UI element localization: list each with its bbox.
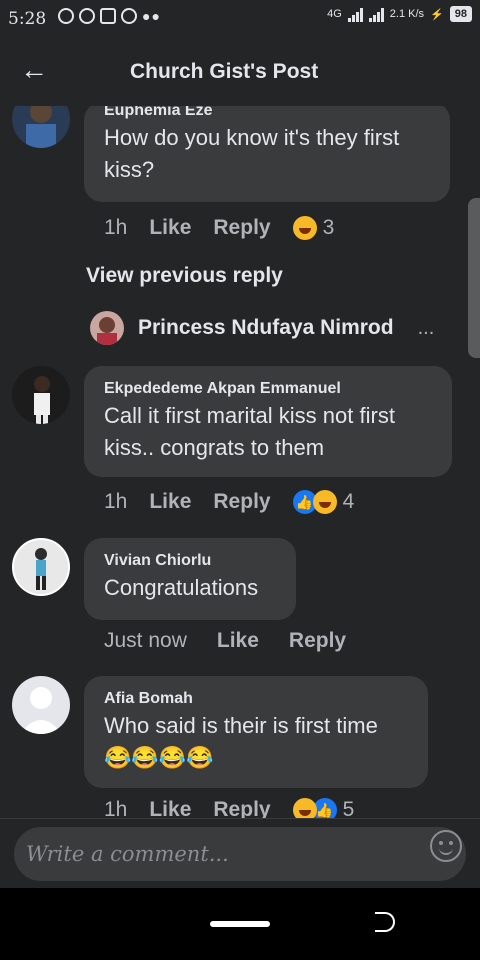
comment-bubble[interactable]: Afia Bomah Who said is their is first ti… bbox=[84, 676, 428, 788]
like-button[interactable]: Like bbox=[149, 216, 191, 240]
comment-text-line: Call it first marital kiss not first bbox=[104, 403, 395, 428]
status-time: 5:28 bbox=[8, 9, 47, 29]
back-nav-icon[interactable] bbox=[375, 912, 395, 932]
back-arrow-icon[interactable]: ← bbox=[20, 54, 48, 86]
header: ← Church Gist's Post bbox=[0, 36, 480, 106]
system-nav-bar bbox=[0, 888, 480, 960]
reaction-count: 3 bbox=[322, 216, 335, 239]
network-speed: 2.1 K/s bbox=[389, 8, 425, 20]
signal-icon-2 bbox=[368, 6, 384, 22]
facebook-icon bbox=[58, 8, 74, 24]
home-gesture-bar[interactable] bbox=[210, 921, 270, 927]
comment-actions: 1h Like Reply 👍 4 bbox=[104, 490, 354, 514]
reactions[interactable]: 👍 5 bbox=[292, 798, 355, 818]
reactions[interactable]: 👍 4 bbox=[292, 490, 355, 514]
comment-time: Just now bbox=[104, 629, 187, 652]
reply-button[interactable]: Reply bbox=[289, 629, 346, 653]
more-icon[interactable]: ... bbox=[418, 317, 435, 340]
comment-author[interactable]: Euphemia Eze bbox=[104, 106, 430, 120]
comment-text-line: Who said is their is first time bbox=[104, 713, 378, 738]
reply-button[interactable]: Reply bbox=[213, 216, 270, 240]
comment-text-line: 😂😂😂😂 bbox=[104, 745, 214, 770]
comment-text-line: Congratulations bbox=[104, 575, 259, 600]
more-notifications-icon: ●● bbox=[142, 8, 161, 24]
page-title: Church Gist's Post bbox=[130, 60, 319, 83]
avatar[interactable] bbox=[12, 106, 70, 148]
reply-preview[interactable]: Princess Ndufaya Nimrod ... bbox=[90, 311, 434, 345]
reply-button[interactable]: Reply bbox=[213, 490, 270, 514]
comment-text-line: kiss? bbox=[104, 157, 155, 182]
like-button[interactable]: Like bbox=[149, 798, 191, 818]
comment-author[interactable]: Afia Bomah bbox=[104, 690, 408, 708]
like-button[interactable]: Like bbox=[149, 490, 191, 514]
comment-actions: Just now Like Reply bbox=[104, 629, 346, 653]
scrollbar[interactable] bbox=[468, 198, 480, 358]
reply-button[interactable]: Reply bbox=[213, 798, 270, 818]
comment-composer: Write a comment... bbox=[0, 818, 480, 889]
app-icon bbox=[100, 8, 116, 24]
status-notification-icons: ●● bbox=[58, 8, 161, 24]
comment-author[interactable]: Vivian Chiorlu bbox=[104, 552, 276, 570]
avatar[interactable] bbox=[90, 311, 124, 345]
haha-icon bbox=[312, 490, 337, 514]
reaction-count: 5 bbox=[342, 798, 355, 818]
comment-time: 1h bbox=[104, 490, 128, 513]
reply-author[interactable]: Princess Ndufaya Nimrod bbox=[138, 316, 394, 340]
emoji-icon[interactable] bbox=[430, 830, 462, 862]
avatar[interactable] bbox=[12, 366, 70, 424]
reactions[interactable]: 3 bbox=[292, 216, 335, 240]
haha-icon bbox=[292, 798, 317, 818]
comment-actions: 1h Like Reply 3 bbox=[104, 216, 334, 240]
view-previous-reply-link[interactable]: View previous reply bbox=[86, 264, 283, 288]
comment-input[interactable]: Write a comment... bbox=[14, 827, 466, 881]
comment-actions: 1h Like Reply 👍 5 bbox=[104, 798, 354, 818]
battery-icon: 98 bbox=[449, 6, 472, 22]
comment-bubble[interactable]: Euphemia Eze How do you know it's they f… bbox=[84, 106, 450, 202]
comments-feed[interactable]: Euphemia Eze How do you know it's they f… bbox=[0, 106, 480, 818]
status-bar: 5:28 ●● 4G 2.1 K/s ⚡ 98 bbox=[0, 0, 480, 36]
reaction-count: 4 bbox=[342, 490, 355, 513]
like-button[interactable]: Like bbox=[217, 629, 259, 653]
cloud-icon bbox=[121, 8, 137, 24]
shield-icon bbox=[79, 8, 95, 24]
avatar[interactable] bbox=[12, 538, 70, 596]
comment-author[interactable]: Ekpededeme Akpan Emmanuel bbox=[104, 380, 432, 398]
comment-text-line: How do you know it's they first bbox=[104, 125, 400, 150]
comment-time: 1h bbox=[104, 798, 128, 818]
comment-bubble[interactable]: Vivian Chiorlu Congratulations bbox=[84, 538, 296, 620]
haha-icon bbox=[292, 216, 317, 240]
comment-text-line: kiss.. congrats to them bbox=[104, 435, 325, 460]
charging-icon: ⚡ bbox=[430, 8, 444, 21]
avatar[interactable] bbox=[12, 676, 70, 734]
network-type: 4G bbox=[327, 8, 342, 20]
comment-time: 1h bbox=[104, 216, 128, 239]
signal-icon bbox=[347, 6, 363, 22]
status-right: 4G 2.1 K/s ⚡ 98 bbox=[327, 6, 472, 22]
comment-bubble[interactable]: Ekpededeme Akpan Emmanuel Call it first … bbox=[84, 366, 452, 477]
